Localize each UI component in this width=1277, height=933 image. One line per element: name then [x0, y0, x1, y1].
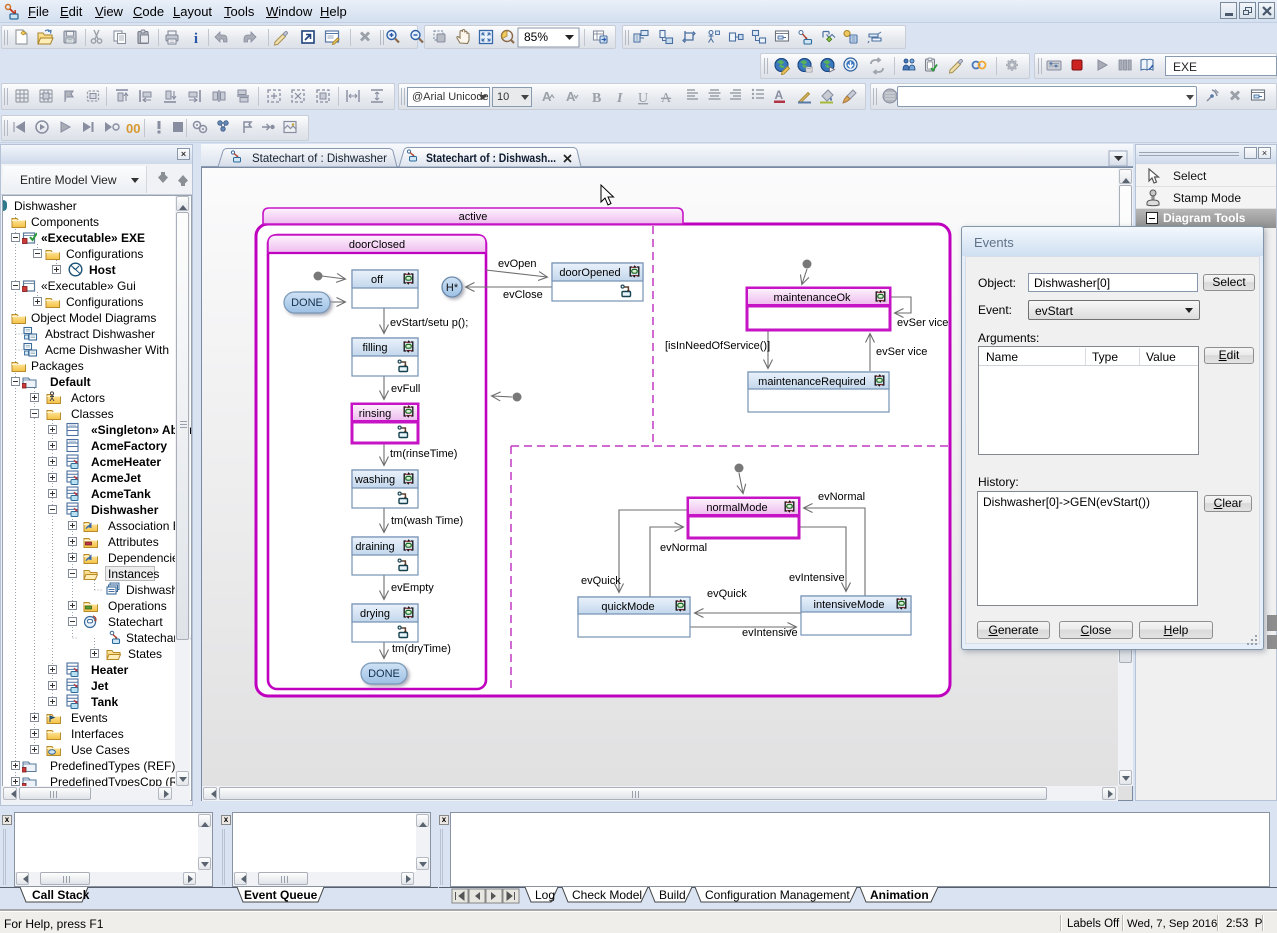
svg-text:evNormal: evNormal	[818, 491, 865, 503]
svg-text:tm(rinseTime): tm(rinseTime)	[390, 448, 457, 460]
svg-text:Statechart of : Dishwasher: Statechart of : Dishwasher	[252, 151, 387, 165]
svg-text:washing: washing	[354, 474, 395, 486]
svg-text:doorClosed: doorClosed	[349, 239, 405, 251]
svg-text:85%: 85%	[524, 30, 548, 44]
svg-text:intensiveMode: intensiveMode	[814, 599, 885, 611]
svg-text:evEmpty: evEmpty	[391, 582, 434, 594]
svg-text:Check Model: Check Model	[572, 888, 642, 902]
svg-text:H*: H*	[446, 282, 459, 294]
svg-text:[isInNeedOfService()]: [isInNeedOfService()]	[665, 340, 770, 352]
svg-text:DONE: DONE	[291, 297, 323, 309]
svg-text:Build: Build	[659, 888, 686, 902]
svg-text:maintenanceRequired: maintenanceRequired	[758, 376, 866, 388]
svg-text:evQuick: evQuick	[581, 575, 621, 587]
svg-text:Event Queue: Event Queue	[244, 888, 318, 902]
svg-text:evStart/setu p();: evStart/setu p();	[390, 317, 468, 329]
svg-text:filling: filling	[362, 342, 387, 354]
svg-text:draining: draining	[355, 541, 394, 553]
svg-text:Configuration Management: Configuration Management	[705, 888, 850, 902]
svg-text:evIntensive: evIntensive	[742, 627, 798, 639]
svg-text:maintenanceOk: maintenanceOk	[773, 292, 851, 304]
svg-text:quickMode: quickMode	[601, 601, 654, 613]
svg-text:evIntensive: evIntensive	[789, 572, 845, 584]
svg-text:off: off	[371, 274, 384, 286]
svg-text:00: 00	[126, 121, 140, 136]
svg-text:evClose: evClose	[503, 289, 543, 301]
svg-text:evNormal: evNormal	[660, 542, 707, 554]
svg-text:B: B	[592, 91, 601, 106]
svg-text:evSer vice: evSer vice	[897, 317, 948, 329]
svg-text:I: I	[616, 91, 623, 106]
svg-text:drying: drying	[360, 608, 390, 620]
svg-text:Animation: Animation	[870, 888, 929, 902]
svg-text:U: U	[638, 91, 648, 106]
svg-text:normalMode: normalMode	[706, 502, 767, 514]
svg-text:Call Stack: Call Stack	[32, 888, 90, 902]
svg-text:evQuick: evQuick	[707, 588, 747, 600]
svg-text:DONE: DONE	[368, 668, 400, 680]
svg-text:evFull: evFull	[391, 383, 420, 395]
svg-text:A: A	[661, 91, 672, 106]
svg-text:doorOpened: doorOpened	[559, 267, 620, 279]
svg-text:Log: Log	[535, 888, 555, 902]
svg-text:tm(wash Time): tm(wash Time)	[391, 515, 463, 527]
svg-text:active: active	[459, 211, 488, 223]
svg-text:tm(dryTime): tm(dryTime)	[392, 643, 451, 655]
svg-text:Statechart of : Dishwash...: Statechart of : Dishwash...	[426, 151, 556, 165]
svg-text:evOpen: evOpen	[498, 258, 537, 270]
svg-text:evSer vice: evSer vice	[876, 346, 927, 358]
svg-text:rinsing: rinsing	[359, 408, 391, 420]
